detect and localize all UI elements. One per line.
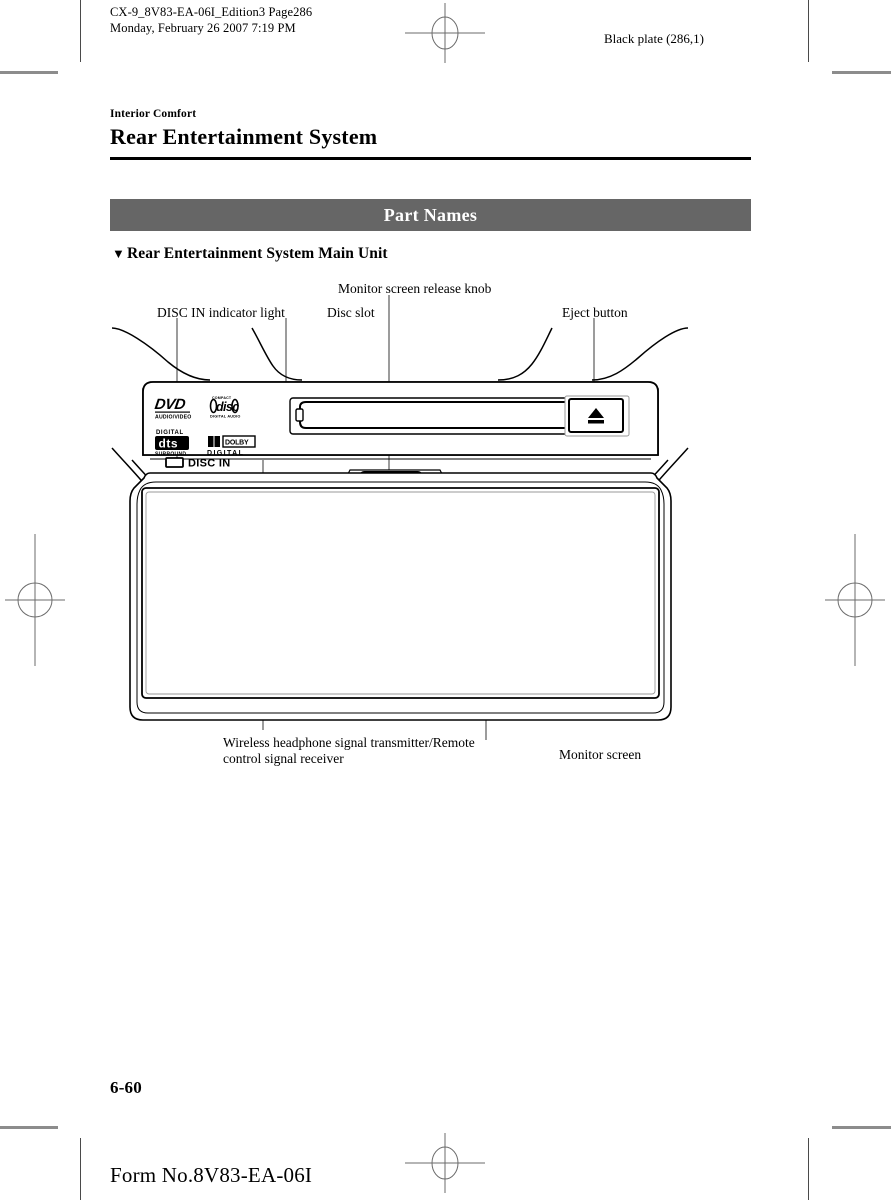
crop-mark-bottom-left-horizontal [0,1126,58,1129]
svg-text:DIGITAL: DIGITAL [156,430,184,436]
subsection-heading-label: Rear Entertainment System Main Unit [126,245,388,262]
svg-text:SURROUND: SURROUND [155,452,186,458]
subsection-heading: ▼ Rear Entertainment System Main Unit [112,245,388,263]
svg-text:DVD: DVD [154,396,187,413]
page-number: 6-60 [110,1078,142,1097]
document-header-fileinfo: CX-9_8V83-EA-06I_Edition3 Page286 Monday… [110,4,312,36]
registration-mark-right-icon [825,534,885,666]
crop-mark-bottom-right-vertical [808,1138,809,1200]
svg-text:disc: disc [216,400,239,414]
header-file-line-2: Monday, February 26 2007 7:19 PM [110,21,296,35]
svg-text:DOLBY: DOLBY [225,440,249,447]
section-heading-bar: Part Names [110,199,751,231]
svg-text:DIGITAL AUDIO: DIGITAL AUDIO [210,415,241,419]
crop-mark-top-left-horizontal [0,71,58,74]
section-heading-label: Part Names [383,204,478,225]
rear-entertainment-system-diagram: DVD AUDIO/VIDEO COMPACT disc DIGITAL AUD… [111,295,689,740]
registration-mark-top-icon [405,3,485,63]
crop-mark-top-left-vertical [80,0,81,62]
registration-mark-left-icon [5,534,65,666]
triangle-bullet-icon: ▼ [112,245,125,261]
title-divider [110,157,751,160]
chapter-label: Interior Comfort [110,108,197,120]
housing-upper-wings [111,327,689,381]
crop-mark-top-right-vertical [808,0,809,62]
page-title: Rear Entertainment System [110,124,378,149]
svg-text:AUDIO/VIDEO: AUDIO/VIDEO [155,415,192,421]
crop-mark-top-right-horizontal [832,71,891,74]
header-plate-info: Black plate (286,1) [604,31,704,46]
callout-monitor-screen: Monitor screen [559,747,642,762]
callout-wireless-line-2: control signal receiver [223,751,344,766]
disc-in-label: DISC IN [188,458,230,470]
disc-in-indicator-light: DISC IN [165,457,230,470]
eject-button[interactable] [564,395,630,437]
svg-text:dts: dts [159,437,179,451]
disc-slot[interactable] [289,397,601,435]
crop-mark-bottom-left-vertical [80,1138,81,1200]
form-number: Form No.8V83-EA-06I [110,1163,313,1187]
svg-text:DIGITAL: DIGITAL [207,450,244,457]
crop-mark-bottom-right-horizontal [832,1126,891,1129]
registration-mark-bottom-icon [405,1133,485,1193]
header-file-line-1: CX-9_8V83-EA-06I_Edition3 Page286 [110,5,313,19]
monitor-screen[interactable] [141,487,660,699]
